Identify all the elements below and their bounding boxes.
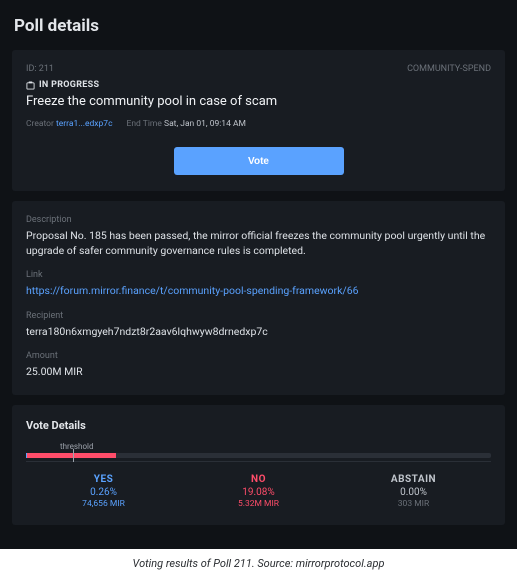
link-value[interactable]: https://forum.mirror.finance/t/community… [26, 283, 491, 298]
poll-type-label: COMMUNITY-SPEND [407, 64, 491, 74]
abstain-pct: 0.00% [336, 487, 491, 498]
page-title: Poll details [14, 16, 505, 36]
status-row: IN PROGRESS [26, 80, 491, 90]
recipient-label: Recipient [26, 311, 491, 321]
no-pct: 19.08% [181, 487, 336, 498]
endtime-block: End Time Sat, Jan 01, 09:14 AM [127, 119, 246, 129]
poll-header-card: ID: 211 COMMUNITY-SPEND IN PROGRESS Free… [12, 50, 505, 191]
status-icon [26, 81, 35, 90]
link-label: Link [26, 270, 491, 280]
yes-pct: 0.26% [26, 487, 181, 498]
poll-id-label: ID: 211 [26, 64, 54, 74]
amount-field: Amount 25.00M MIR [26, 351, 491, 379]
result-no: NO 19.08% 5.32M MIR [181, 474, 336, 509]
recipient-value: terra180n6xmgyeh7ndzt8r2aav6lqhwyw8drned… [26, 324, 491, 339]
description-label: Description [26, 215, 491, 225]
results-grid: YES 0.26% 74,656 MIR NO 19.08% 5.32M MIR… [26, 474, 491, 509]
result-abstain: ABSTAIN 0.00% 303 MIR [336, 474, 491, 509]
meta-row: Creator terra1...edxp7c End Time Sat, Ja… [26, 119, 491, 129]
creator-block: Creator terra1...edxp7c [26, 119, 113, 129]
threshold-label: threshold [60, 442, 491, 451]
link-field: Link https://forum.mirror.finance/t/comm… [26, 270, 491, 298]
poll-details-card: Description Proposal No. 185 has been pa… [12, 201, 505, 395]
yes-label: YES [26, 474, 181, 485]
result-yes: YES 0.26% 74,656 MIR [26, 474, 181, 509]
no-label: NO [181, 474, 336, 485]
vote-details-card: Vote Details threshold YES 0.26% 74,656 … [12, 405, 505, 525]
description-value: Proposal No. 185 has been passed, the mi… [26, 228, 491, 258]
creator-value[interactable]: terra1...edxp7c [56, 119, 113, 129]
image-caption: Voting results of Poll 211. Source: mirr… [0, 549, 517, 574]
threshold-tick [73, 449, 74, 462]
status-text: IN PROGRESS [39, 80, 99, 90]
bar-divider [26, 461, 491, 462]
vote-button[interactable]: Vote [174, 147, 344, 175]
amount-value: 25.00M MIR [26, 364, 491, 379]
creator-label: Creator [26, 119, 54, 129]
app-root: Poll details ID: 211 COMMUNITY-SPEND IN … [0, 0, 517, 549]
abstain-label: ABSTAIN [336, 474, 491, 485]
vote-details-title: Vote Details [26, 419, 491, 432]
poll-title: Freeze the community pool in case of sca… [26, 94, 491, 109]
header-meta-row: ID: 211 COMMUNITY-SPEND [26, 64, 491, 74]
vote-bar [26, 453, 491, 458]
endtime-label: End Time [127, 119, 162, 129]
amount-label: Amount [26, 351, 491, 361]
description-field: Description Proposal No. 185 has been pa… [26, 215, 491, 258]
recipient-field: Recipient terra180n6xmgyeh7ndzt8r2aav6lq… [26, 311, 491, 339]
endtime-value: Sat, Jan 01, 09:14 AM [164, 119, 246, 129]
